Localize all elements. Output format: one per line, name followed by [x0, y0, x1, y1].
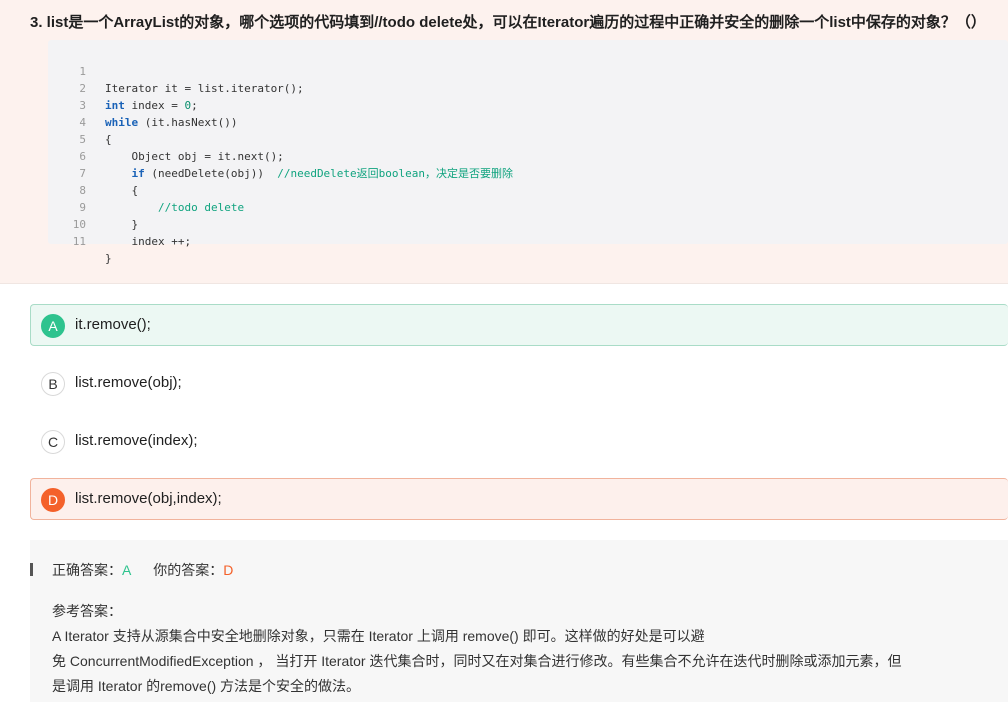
reference-text-line: 免 ConcurrentModifiedException ， 当打开 Iter…	[52, 653, 902, 669]
code-block: 1 Iterator it = list.iterator(); 2 int i…	[48, 40, 1008, 265]
code-text: {	[105, 184, 139, 197]
code-text: {	[105, 133, 112, 146]
answer-summary: 正确答案：A 你的答案：D	[52, 560, 233, 580]
reference-title: 参考答案：	[52, 603, 122, 619]
section-divider	[0, 283, 1008, 284]
code-comment: //todo delete	[157, 201, 245, 214]
question-title: 3. list是一个ArrayList的对象，哪个选项的代码填到//todo d…	[30, 14, 986, 31]
code-line: 8 //todo delete	[48, 165, 244, 214]
code-text: }	[105, 252, 112, 265]
code-text: Iterator it = list.iterator();	[105, 82, 304, 95]
option-text: list.remove(obj);	[75, 374, 182, 391]
code-line: 10 index ++;	[48, 199, 191, 248]
code-line: 6 if (needDelete(obj)) //needDelete返回boo…	[48, 131, 513, 180]
my-answer-value: D	[223, 562, 234, 578]
code-text: index ++;	[105, 235, 192, 248]
accent-bar	[30, 563, 33, 576]
question-section: 3. list是一个ArrayList的对象，哪个选项的代码填到//todo d…	[0, 0, 1008, 283]
code-text: }	[105, 218, 139, 231]
code-line: 3 while (it.hasNext())	[48, 80, 237, 129]
code-comment: //needDelete返回boolean，决定是否要删除	[277, 167, 514, 180]
option-letter-badge: A	[41, 314, 65, 338]
code-line: 2 int index = 0;	[48, 63, 197, 112]
option-letter-badge: B	[41, 372, 65, 396]
code-line: 7 {	[48, 148, 138, 197]
option-text: list.remove(obj,index);	[75, 490, 222, 507]
correct-answer-label: 正确答案：	[52, 562, 122, 578]
option-letter-badge: D	[41, 488, 65, 512]
code-line: 1 Iterator it = list.iterator();	[48, 46, 303, 95]
option-text: it.remove();	[75, 316, 151, 333]
code-text: while (it.hasNext())	[105, 116, 238, 129]
code-text: int index = 0;	[105, 99, 198, 112]
line-number: 11	[72, 235, 86, 248]
answer-section: 正确答案：A 你的答案：D 参考答案： A Iterator 支持从源集合中安全…	[30, 540, 1008, 702]
code-text: //todo delete	[105, 199, 244, 216]
correct-answer-value: A	[122, 562, 132, 578]
code-line: 4 {	[48, 97, 111, 146]
code-line: 9 }	[48, 182, 138, 231]
option-text: list.remove(index);	[75, 432, 198, 449]
my-answer-label: 你的答案：	[153, 562, 224, 578]
code-line: 11 }	[48, 216, 112, 265]
option-d[interactable]: D list.remove(obj,index);	[30, 478, 1008, 520]
option-letter-badge: C	[41, 430, 65, 454]
code-line: 5 Object obj = it.next();	[48, 114, 283, 163]
reference-text-line: A Iterator 支持从源集合中安全地删除对象，只需在 Iterator 上…	[52, 628, 705, 644]
option-b[interactable]: B list.remove(obj);	[30, 362, 1008, 404]
code-text: Object obj = it.next();	[105, 150, 284, 163]
reference-text-line: 是调用 Iterator 的remove() 方法是个安全的做法。	[52, 678, 361, 694]
option-a[interactable]: A it.remove();	[30, 304, 1008, 346]
code-text: if (needDelete(obj)) //needDelete返回boole…	[131, 167, 514, 180]
option-c[interactable]: C list.remove(index);	[30, 420, 1008, 462]
